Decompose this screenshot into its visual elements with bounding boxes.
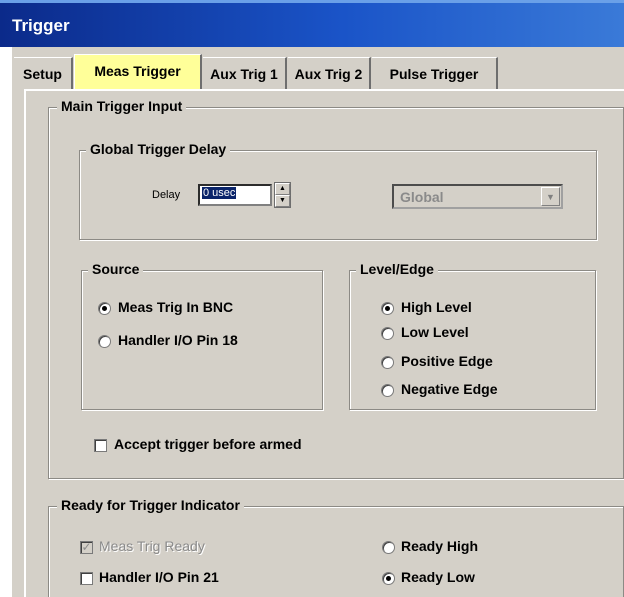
tab-aux-trig-1[interactable]: Aux Trig 1 <box>203 57 287 89</box>
tab-meas-trigger[interactable]: Meas Trigger <box>74 54 202 89</box>
delay-spinner[interactable]: ▲ ▼ <box>274 182 291 208</box>
source-handler-pin-18-radio[interactable] <box>98 335 111 348</box>
accept-before-armed-label: Accept trigger before armed <box>114 436 302 452</box>
level-high-label: High Level <box>401 299 472 315</box>
handler-pin-21-label: Handler I/O Pin 21 <box>99 569 219 585</box>
tab-aux-trig-2-label: Aux Trig 2 <box>294 66 363 82</box>
ready-high-label: Ready High <box>401 538 479 554</box>
meas-trig-ready-checkbox[interactable]: ✓ <box>80 541 93 554</box>
window-title: Trigger <box>12 16 70 35</box>
source-title: Source <box>88 261 144 277</box>
edge-positive-label: Positive Edge <box>401 353 493 369</box>
main-trigger-title: Main Trigger Input <box>57 98 187 114</box>
tab-pulse-trigger[interactable]: Pulse Trigger <box>372 57 498 89</box>
edge-negative-radio[interactable] <box>381 384 394 397</box>
tab-pulse-trigger-label: Pulse Trigger <box>389 66 479 82</box>
ready-indicator-title: Ready for Trigger Indicator <box>57 497 244 513</box>
delay-scope-select[interactable]: Global ▼ <box>392 184 563 209</box>
spin-up-icon[interactable]: ▲ <box>275 183 290 195</box>
edge-negative-label: Negative Edge <box>401 381 498 397</box>
delay-label: Delay <box>152 189 181 201</box>
source-meas-trig-bnc-label: Meas Trig In BNC <box>118 299 234 315</box>
ready-low-label: Ready Low <box>401 569 475 585</box>
delay-value: 0 usec <box>202 187 237 199</box>
accept-before-armed-checkbox[interactable] <box>94 439 107 452</box>
window-title-bar[interactable]: Trigger <box>0 0 624 47</box>
tab-aux-trig-1-label: Aux Trig 1 <box>210 66 278 82</box>
source-handler-pin-18-label: Handler I/O Pin 18 <box>118 332 238 348</box>
ready-low-radio[interactable] <box>382 572 395 585</box>
delay-scope-value: Global <box>400 189 444 205</box>
level-edge-title: Level/Edge <box>356 261 438 277</box>
ready-high-radio[interactable] <box>382 541 395 554</box>
tab-setup-label: Setup <box>23 66 62 82</box>
tab-setup[interactable]: Setup <box>14 57 73 89</box>
source-meas-trig-bnc-radio[interactable] <box>98 302 111 315</box>
spin-down-icon[interactable]: ▼ <box>275 195 290 207</box>
chevron-down-icon[interactable]: ▼ <box>541 187 560 206</box>
handler-pin-21-checkbox[interactable] <box>80 572 93 585</box>
global-delay-title: Global Trigger Delay <box>86 141 231 157</box>
edge-positive-radio[interactable] <box>381 356 394 369</box>
level-low-label: Low Level <box>401 324 469 340</box>
meas-trig-ready-label: Meas Trig Ready <box>99 538 205 554</box>
tab-aux-trig-2[interactable]: Aux Trig 2 <box>288 57 371 89</box>
delay-input[interactable]: 0 usec <box>198 184 272 206</box>
level-low-radio[interactable] <box>381 327 394 340</box>
tab-meas-trigger-label: Meas Trigger <box>94 63 181 79</box>
level-high-radio[interactable] <box>381 302 394 315</box>
